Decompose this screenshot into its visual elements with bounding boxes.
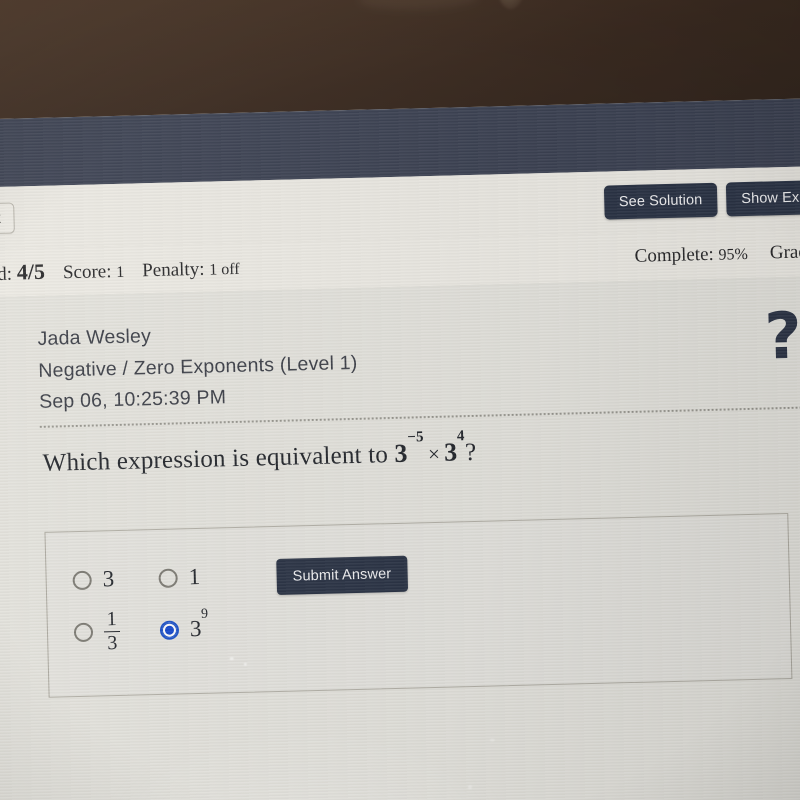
radio-icon-one-third[interactable] <box>73 622 94 642</box>
question-term-1: 3−5 <box>394 429 424 468</box>
question-text: Which expression is equivalent to 3−5× 34… <box>42 428 477 478</box>
radio-icon-1[interactable] <box>158 567 178 588</box>
bezel-smudge <box>358 0 479 12</box>
back-button-label: Back <box>0 209 1 227</box>
photographed-screen: n Back See Solution Show Example Record:… <box>0 0 800 800</box>
bezel-glint <box>497 0 525 10</box>
answer-option-3[interactable]: 3 <box>72 565 159 593</box>
back-button[interactable]: Back <box>0 201 16 235</box>
grade-stat: Grade: 15% <box>770 240 800 264</box>
problem-content: Jada Wesley Negative / Zero Exponents (L… <box>0 275 800 800</box>
answer-option-3-label: 3 <box>102 566 115 592</box>
record-label: Record: <box>0 263 13 287</box>
grade-label: Grade: <box>769 241 800 264</box>
complete-label: Complete: <box>634 243 715 267</box>
penalty-label: Penalty: <box>141 258 205 282</box>
answer-option-1-label: 1 <box>188 563 201 590</box>
stats-right-group: Complete: 95% Grade: 15% <box>634 240 800 268</box>
browser-viewport: n Back See Solution Show Example Record:… <box>0 97 800 800</box>
toolbar-actions: See Solution Show Example <box>603 179 800 220</box>
show-example-button[interactable]: Show Example <box>725 179 800 217</box>
assignment-meta: Jada Wesley Negative / Zero Exponents (L… <box>37 316 358 419</box>
dust-speck <box>489 738 495 742</box>
answer-option-3-pow-9-label: 39 <box>189 606 209 642</box>
dust-speck <box>467 785 473 790</box>
fraction-numerator: 1 <box>103 608 120 632</box>
score-label: Score: <box>62 261 112 284</box>
question-prefix: Which expression is equivalent to <box>42 441 389 477</box>
answer-option-one-third[interactable]: 1 3 <box>73 608 160 654</box>
penalty-value: 1 off <box>209 260 240 279</box>
score-value: 1 <box>116 263 125 281</box>
assignment-timestamp: Sep 06, 10:25:39 PM <box>38 386 227 414</box>
penalty-stat: Penalty: 1 off <box>142 258 240 282</box>
radio-icon-3[interactable] <box>72 570 92 590</box>
complete-stat: Complete: 95% <box>634 243 748 268</box>
question-term-2: 34 <box>443 428 465 467</box>
fraction-denominator: 3 <box>106 631 118 654</box>
record-value: 4/5 <box>16 258 46 285</box>
answer-option-one-third-label: 1 3 <box>103 608 120 654</box>
answer-options-grid: 3 1 1 3 39 <box>72 551 281 660</box>
question-operator: × <box>427 441 441 467</box>
radio-icon-3-pow-9-selected[interactable] <box>159 619 180 640</box>
see-solution-button[interactable]: See Solution <box>603 182 718 220</box>
question-mark-icon[interactable]: ? <box>764 300 800 375</box>
score-stat: Score: 1 <box>63 261 125 285</box>
submit-answer-button[interactable]: Submit Answer <box>276 555 408 595</box>
question-suffix: ? <box>464 438 477 467</box>
answer-option-1[interactable]: 1 <box>158 562 279 591</box>
answer-choices-card: 3 1 1 3 39 Submit Answer <box>44 513 793 698</box>
record-stat: Record: 4/5 <box>0 259 45 287</box>
screen-glare <box>89 714 516 800</box>
answer-option-3-pow-9[interactable]: 39 <box>159 606 281 643</box>
stats-left-group: Record: 4/5 Score: 1 Penalty: 1 off <box>0 254 240 287</box>
complete-value: 95% <box>718 245 749 264</box>
